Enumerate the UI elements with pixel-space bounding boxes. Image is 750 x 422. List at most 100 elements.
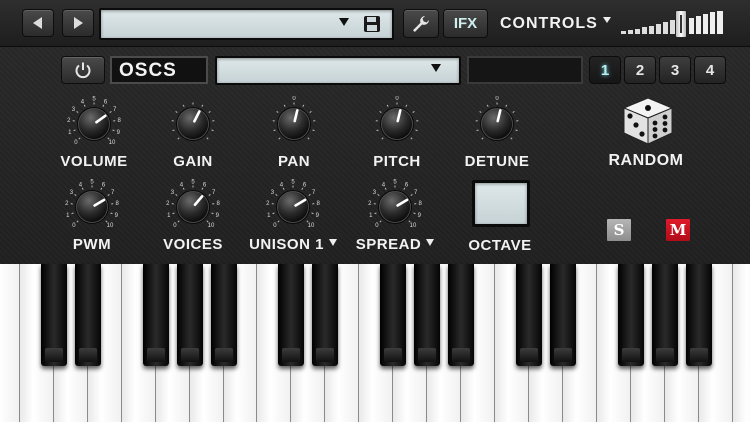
unison-1-knob[interactable]: 0 1 2 3 4 5 6 7 8 9 10 xyxy=(265,179,321,235)
knob-scale-number: 1 xyxy=(68,130,72,136)
voices-knob[interactable]: 0 1 2 3 4 5 6 7 8 9 10 xyxy=(165,179,221,235)
random-button[interactable]: RANDOM xyxy=(600,96,692,176)
solo-button[interactable]: S xyxy=(606,218,632,242)
black-key[interactable] xyxy=(278,264,305,366)
osc-page-button-4[interactable]: 4 xyxy=(694,56,726,84)
knob-scale-number: 1 xyxy=(167,213,171,219)
knob-scale-number: 9 xyxy=(115,213,119,219)
osc-page-button-3[interactable]: 3 xyxy=(659,56,691,84)
power-button[interactable] xyxy=(61,56,105,84)
controls-menu[interactable]: CONTROLS xyxy=(500,14,611,34)
black-key[interactable] xyxy=(617,264,644,366)
voices-label: VOICES xyxy=(143,236,243,253)
master-volume-slider[interactable] xyxy=(621,10,725,38)
knob-scale-number: 10 xyxy=(308,223,315,229)
white-key[interactable] xyxy=(0,264,20,422)
spread-label[interactable]: SPREAD xyxy=(345,236,445,253)
black-key[interactable] xyxy=(176,264,203,366)
black-key[interactable] xyxy=(210,264,237,366)
black-key[interactable] xyxy=(685,264,712,366)
octave-display[interactable] xyxy=(472,180,530,227)
osc-page-button-1[interactable]: 1 xyxy=(589,56,621,84)
knob-scale-number: 2 xyxy=(67,118,71,124)
osc-page-button-2[interactable]: 2 xyxy=(624,56,656,84)
knob-scale-number: 6 xyxy=(405,182,409,188)
black-key[interactable] xyxy=(312,264,339,366)
knob-scale-number: 9 xyxy=(316,213,320,219)
unison-1-label[interactable]: UNISON 1 xyxy=(243,236,343,253)
dropdown-arrow-icon xyxy=(339,18,349,26)
preset-selector[interactable] xyxy=(99,8,394,40)
white-key[interactable] xyxy=(732,264,750,422)
piano-keyboard[interactable] xyxy=(0,264,750,422)
black-key[interactable] xyxy=(549,264,576,366)
save-icon[interactable] xyxy=(363,15,381,33)
black-key[interactable] xyxy=(74,264,101,366)
knob-scale-number: 9 xyxy=(117,130,121,136)
knob-scale-number: 5 xyxy=(191,180,195,186)
arrow-left-icon xyxy=(33,17,42,29)
waveform-selector[interactable] xyxy=(215,56,461,85)
volume-slider-handle[interactable] xyxy=(675,10,687,38)
detune-knob[interactable]: 0 xyxy=(469,96,525,152)
knob-scale-number: 6 xyxy=(102,182,106,188)
knob-scale-number: 5 xyxy=(92,97,96,103)
pwm-label: PWM xyxy=(42,236,142,253)
knob-scale-number: 10 xyxy=(410,223,417,229)
settings-button[interactable] xyxy=(403,9,439,38)
next-preset-button[interactable] xyxy=(62,9,94,37)
knob-scale-number: 4 xyxy=(180,182,184,188)
knob-scale-number: 1 xyxy=(66,213,70,219)
knob-scale-number: 4 xyxy=(79,182,83,188)
black-key[interactable] xyxy=(651,264,678,366)
knob-scale-number: 10 xyxy=(208,223,215,229)
knob-scale-number: 7 xyxy=(312,190,316,196)
pitch-knob[interactable]: 0 xyxy=(369,96,425,152)
knob-scale-number: 8 xyxy=(317,201,321,207)
mute-button[interactable]: M xyxy=(665,218,691,242)
prev-preset-button[interactable] xyxy=(22,9,54,37)
knob-scale-number: 1 xyxy=(267,213,271,219)
knob-scale-number: 10 xyxy=(109,140,116,146)
pwm-knob[interactable]: 0 1 2 3 4 5 6 7 8 9 10 xyxy=(64,179,120,235)
knob-scale-number: 4 xyxy=(382,182,386,188)
knob-scale-number: 7 xyxy=(113,107,117,113)
pan-label: PAN xyxy=(244,153,344,170)
black-key[interactable] xyxy=(414,264,441,366)
detune-label-text: DETUNE xyxy=(464,153,530,170)
knob-scale-number: 6 xyxy=(203,182,207,188)
knob-scale-number: 0 xyxy=(273,223,277,229)
knob-scale-number: 5 xyxy=(393,180,397,186)
black-key[interactable] xyxy=(515,264,542,366)
solo-label: S xyxy=(613,221,625,239)
knob-scale-number: 2 xyxy=(266,201,270,207)
mute-label: M xyxy=(669,221,687,239)
random-label: RANDOM xyxy=(608,152,684,169)
knob-scale-number: 0 xyxy=(173,223,177,229)
chevron-down-icon xyxy=(602,17,611,23)
knob-zero-mark: 0 xyxy=(292,96,296,102)
spread-knob[interactable]: 0 1 2 3 4 5 6 7 8 9 10 xyxy=(367,179,423,235)
gain-label: GAIN xyxy=(143,153,243,170)
black-key[interactable] xyxy=(142,264,169,366)
black-key[interactable] xyxy=(448,264,475,366)
unison-1-label-text: UNISON 1 xyxy=(249,236,324,253)
knob-scale-number: 5 xyxy=(291,180,295,186)
knob-scale-number: 8 xyxy=(118,118,122,124)
black-key[interactable] xyxy=(40,264,67,366)
knob-scale-number: 3 xyxy=(70,190,74,196)
ifx-button[interactable]: IFX xyxy=(443,9,488,38)
pan-knob[interactable]: 0 xyxy=(266,96,322,152)
knob-scale-number: 0 xyxy=(74,140,78,146)
gain-knob[interactable] xyxy=(165,96,221,152)
dropdown-arrow-icon xyxy=(328,239,337,246)
wrench-icon xyxy=(413,15,429,32)
volume-knob[interactable]: 0 1 2 3 4 5 6 7 8 9 10 xyxy=(66,96,122,152)
black-key[interactable] xyxy=(380,264,407,366)
dropdown-arrow-icon xyxy=(431,64,441,72)
knob-scale-number: 3 xyxy=(271,190,275,196)
octave-label: OCTAVE xyxy=(468,237,532,254)
voices-label-text: VOICES xyxy=(163,236,223,253)
dice-icon xyxy=(622,97,674,145)
pwm-label-text: PWM xyxy=(72,236,112,253)
